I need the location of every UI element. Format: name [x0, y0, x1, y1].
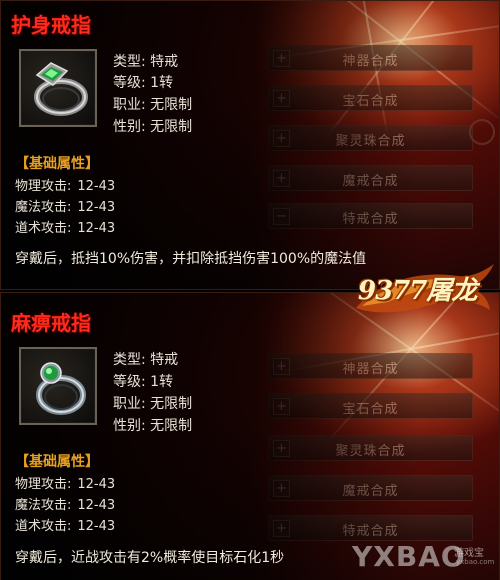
item-tooltip: 麻痹戒指 类型: 特戒 等级: 1转 职业: 无限制 性别: 无限制 【基础属性…	[1, 293, 421, 580]
item-panel-1: +神器合成 +宝石合成 +聚灵珠合成 +魔戒合成 −特戒合成 护身戒指 类	[0, 0, 500, 290]
item-icon-slot[interactable]	[19, 347, 97, 425]
logo-text: 9377屠龙	[358, 276, 477, 306]
stat-row: 物理攻击: 12-43	[15, 477, 116, 492]
item-icon-slot[interactable]	[19, 49, 97, 127]
stat-row: 道术攻击: 12-43	[15, 221, 116, 236]
item-tooltip: 护身戒指 类型: 特戒 等级: 1转 职业: 无限制 性别: 无限制 【基础属性…	[1, 1, 421, 289]
stat-row: 魔法攻击: 12-43	[15, 498, 116, 513]
circle-button-icon[interactable]	[469, 119, 495, 145]
property-row: 等级: 1转	[113, 75, 174, 91]
property-row: 等级: 1转	[113, 374, 174, 390]
emerald-ring-icon	[34, 62, 88, 116]
watermark-domain: yxbao.com	[456, 558, 495, 566]
property-row: 类型: 特戒	[113, 352, 179, 368]
item-title: 护身戒指	[11, 13, 91, 37]
item-title: 麻痹戒指	[11, 311, 91, 335]
property-row: 类型: 特戒	[113, 54, 179, 70]
section-title: 【基础属性】	[15, 156, 99, 172]
item-panel-2: +神器合成 +宝石合成 +聚灵珠合成 +魔戒合成 +特戒合成 麻痹戒指 类型: …	[0, 292, 500, 580]
property-row: 职业: 无限制	[113, 396, 193, 412]
stat-row: 道术攻击: 12-43	[15, 519, 116, 534]
stat-row: 物理攻击: 12-43	[15, 179, 116, 194]
watermark: YXBAO 游戏宝 yxbao.com	[352, 540, 500, 576]
property-row: 性别: 无限制	[113, 119, 193, 135]
watermark-sub: 游戏宝	[454, 548, 484, 559]
item-description: 穿戴后，近战攻击有2%概率使目标石化1秒	[15, 550, 285, 566]
item-description: 穿戴后，抵挡10%伤害，并扣除抵挡伤害100%的魔法值	[15, 251, 367, 267]
watermark-brand: YXBAO	[352, 540, 466, 573]
property-row: 性别: 无限制	[113, 418, 193, 434]
section-title: 【基础属性】	[15, 454, 99, 470]
property-row: 职业: 无限制	[113, 97, 193, 113]
screenshot: +神器合成 +宝石合成 +聚灵珠合成 +魔戒合成 −特戒合成 护身戒指 类	[0, 0, 500, 580]
stat-row: 魔法攻击: 12-43	[15, 200, 116, 215]
game-logo: 9377屠龙	[348, 262, 498, 320]
round-gem-ring-icon	[36, 362, 86, 415]
